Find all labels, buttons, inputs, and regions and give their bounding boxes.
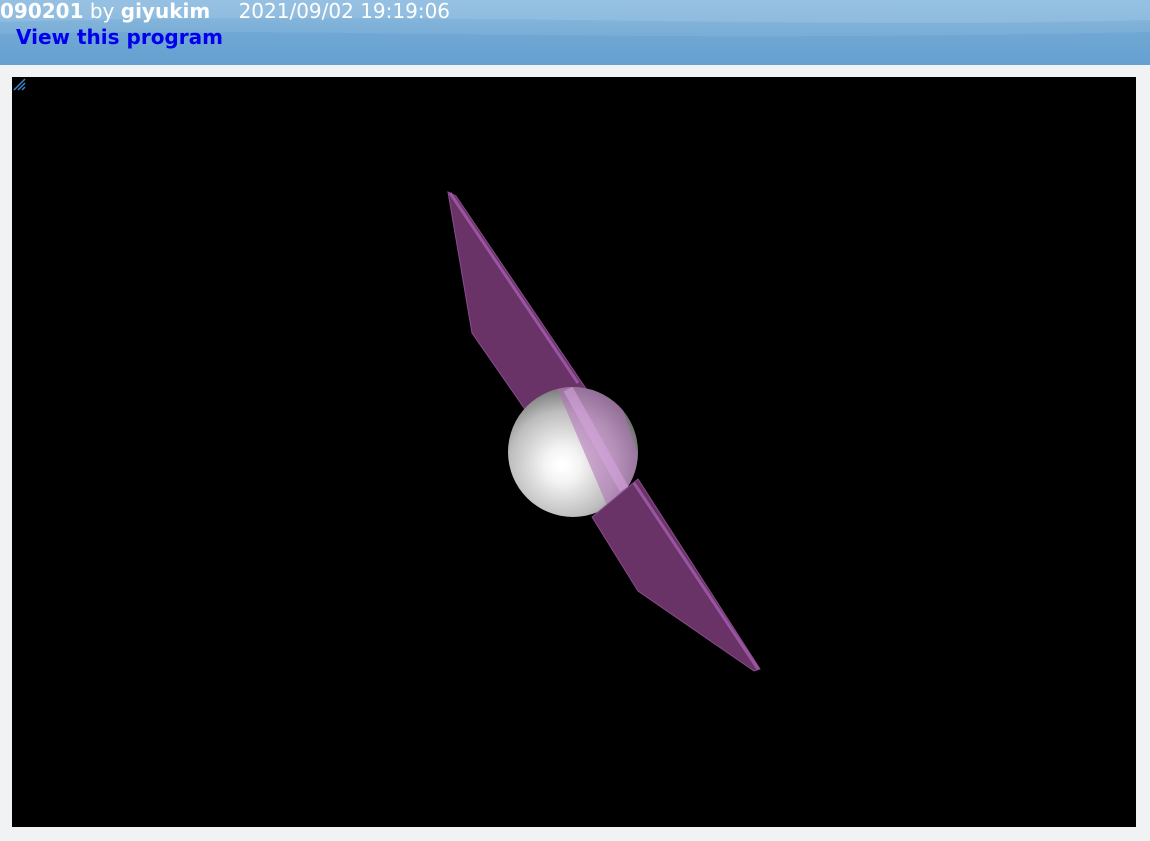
- plane-front: [591, 478, 761, 672]
- header-bar: 090201 by giyukim 2021/09/02 19:19:06 Vi…: [0, 0, 1150, 65]
- program-id: 090201: [0, 0, 84, 23]
- scene: [447, 191, 761, 672]
- timestamp: 2021/09/02 19:19:06: [238, 0, 451, 23]
- 3d-canvas[interactable]: [12, 77, 1136, 827]
- sphere-highlight: [547, 454, 575, 476]
- program-title-line: 090201 by giyukim 2021/09/02 19:19:06: [0, 0, 450, 24]
- by-text: by: [89, 0, 115, 23]
- resize-grip-icon[interactable]: [12, 77, 26, 91]
- author-link[interactable]: giyukim: [121, 0, 210, 23]
- view-program-link[interactable]: View this program: [16, 24, 223, 50]
